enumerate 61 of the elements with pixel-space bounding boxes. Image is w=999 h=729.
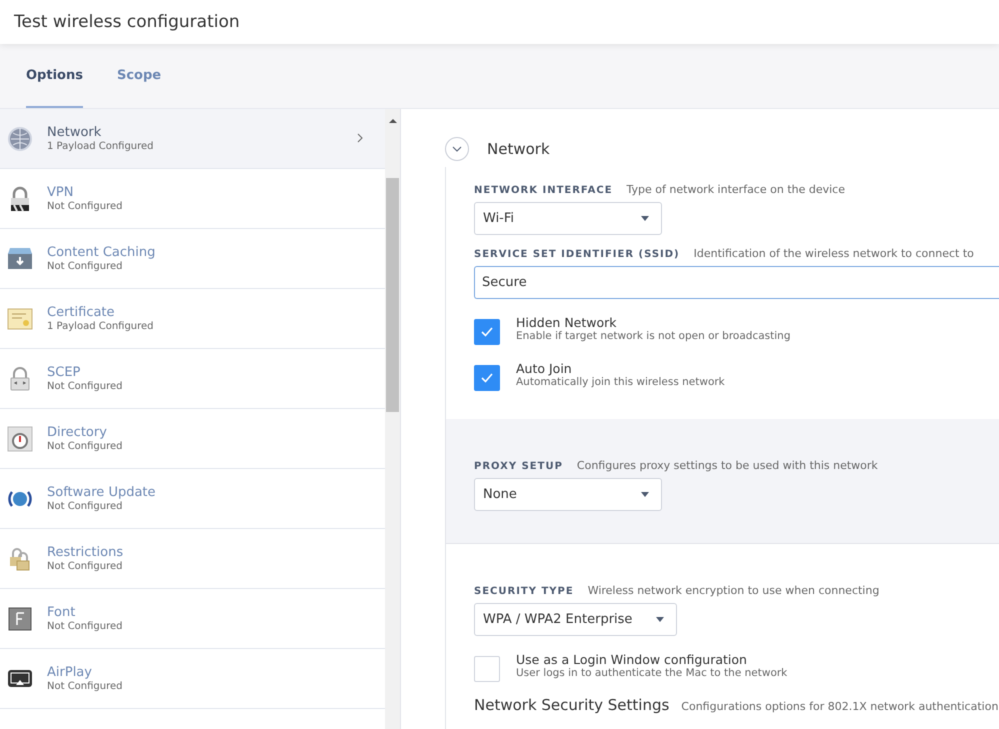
payload-status: Not Configured — [47, 621, 124, 632]
field-label: SECURITY TYPE — [474, 586, 574, 597]
scrollbar[interactable] — [385, 109, 401, 729]
checkbox[interactable] — [474, 319, 500, 345]
dropdown[interactable]: None — [474, 478, 662, 511]
payload-name: Directory — [47, 425, 108, 440]
checkmark-icon — [481, 373, 493, 383]
payload-status: Not Configured — [47, 381, 124, 392]
subsection-hint: Configurations options for 802.1X network authentication — [681, 700, 998, 713]
checkbox[interactable] — [474, 365, 500, 391]
field-hint: Configures proxy settings to be used with this network — [576, 459, 878, 472]
payload-name: VPN — [47, 185, 74, 200]
checkbox-hint: Automatically join this wireless network — [516, 376, 725, 388]
globe-icon — [7, 126, 33, 152]
payload-name: Restrictions — [47, 545, 124, 560]
checkbox-hint: Enable if target network is not open or broadcasting — [516, 330, 790, 342]
chevron-right-icon — [357, 132, 363, 142]
payload-status: Not Configured — [47, 201, 124, 212]
tab[interactable]: Scope — [116, 44, 162, 108]
field-hint: Identification of the wireless network to connect to — [694, 247, 974, 260]
padlock-icon — [9, 186, 31, 212]
payload-status: 1 Payload Configured — [47, 141, 155, 152]
payload-status: Not Configured — [47, 561, 124, 572]
checkbox-label: Auto Join — [516, 361, 573, 376]
download-box-icon — [7, 248, 33, 270]
payload-status: 1 Payload Configured — [47, 321, 155, 332]
checkbox-label: Use as a Login Window configuration — [516, 652, 748, 667]
field-label: NETWORK INTERFACE — [474, 185, 613, 196]
padlocks-icon — [9, 546, 31, 570]
payload-status: Not Configured — [47, 501, 124, 512]
certificate-icon — [7, 308, 33, 330]
font-icon — [8, 606, 32, 630]
payload-name: Content Caching — [47, 245, 156, 260]
field-label: PROXY SETUP — [474, 461, 563, 472]
input-field[interactable]: Secure — [474, 266, 999, 299]
payload-name: AirPlay — [47, 665, 93, 680]
payload-name: Font — [47, 605, 76, 620]
payload-name: SCEP — [47, 365, 82, 380]
payload-status: Not Configured — [47, 441, 124, 452]
field-hint: Wireless network encryption to use when connecting — [588, 584, 880, 597]
sidebar-item[interactable]: Network 1 Payload Configured — [0, 109, 385, 169]
page-title: Test wireless configuration — [14, 12, 240, 32]
field-label: SERVICE SET IDENTIFIER (SSID) — [474, 249, 680, 260]
checkbox-hint: User logs in to authenticate the Mac to the network — [516, 667, 788, 679]
field-hint: Type of network interface on the device — [626, 183, 845, 196]
compass-icon — [7, 426, 33, 452]
dropdown[interactable]: WPA / WPA2 Enterprise — [474, 603, 678, 636]
checkmark-icon — [481, 327, 493, 337]
chevron-down-icon — [452, 146, 462, 152]
subsection-title: Network Security Settings — [474, 696, 670, 714]
payload-name: Network — [47, 125, 102, 140]
collapse-button[interactable] — [445, 137, 469, 161]
checkbox-label: Hidden Network — [516, 315, 618, 330]
section-title: Network — [487, 140, 550, 158]
dropdown[interactable]: Wi-Fi — [474, 202, 662, 235]
padlock-icon — [10, 366, 30, 390]
payload-name: Certificate — [47, 305, 116, 320]
payload-name: Software Update — [47, 485, 157, 500]
payload-status: Not Configured — [47, 261, 124, 272]
airplay-icon — [7, 668, 33, 688]
payload-status: Not Configured — [47, 681, 124, 692]
